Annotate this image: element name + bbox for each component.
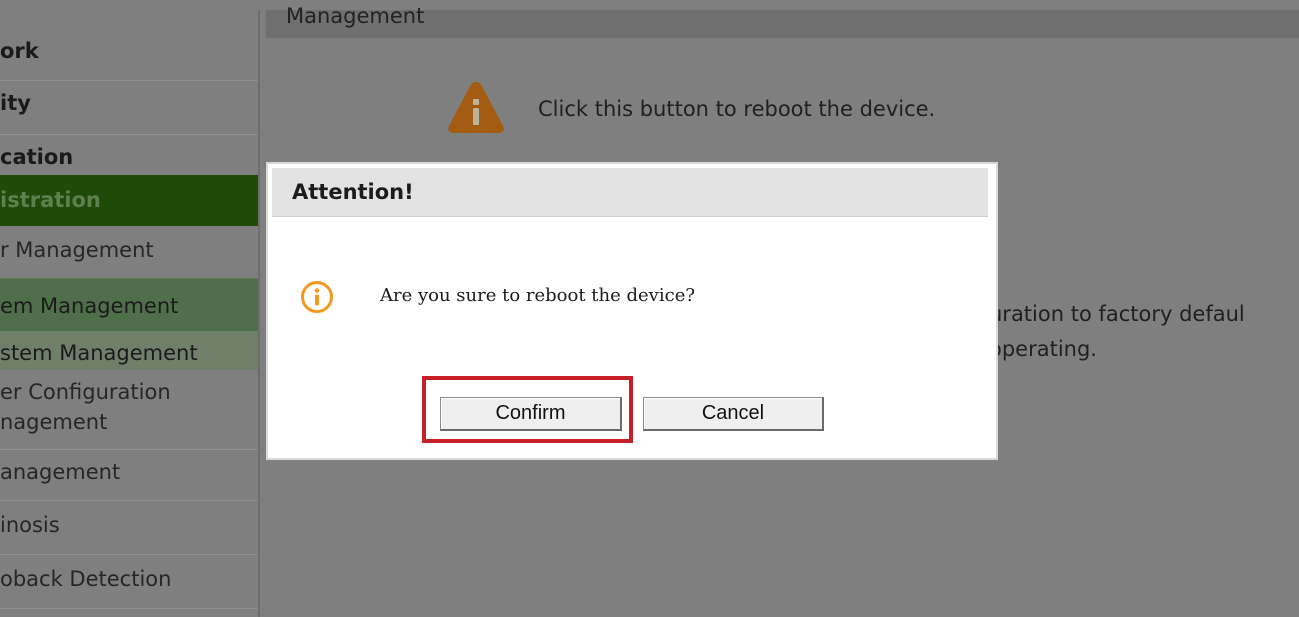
restore-hint-text-continued: operating. <box>989 337 1097 361</box>
dialog-message: Are you sure to reboot the device? <box>380 285 695 306</box>
sidebar-item-system-management[interactable]: em Management <box>0 278 258 331</box>
sidebar-item-label: stem Management <box>0 341 198 365</box>
sidebar-item-administration[interactable]: istration <box>0 175 258 226</box>
sidebar-item-label: nagement <box>0 410 108 434</box>
sidebar-item-label: er Configuration <box>0 380 171 404</box>
cancel-button[interactable]: Cancel <box>643 397 824 431</box>
sidebar-item-label: ork <box>0 39 39 63</box>
info-circle-icon <box>301 281 333 313</box>
sidebar-item-label: inosis <box>0 513 60 537</box>
sidebar-item-label: ity <box>0 91 31 115</box>
dialog-title: Attention! <box>292 180 414 204</box>
reboot-confirm-dialog: Attention! Are you sure to reboot the de… <box>268 164 996 458</box>
content-header: Management <box>266 4 1299 38</box>
warning-triangle-icon <box>448 82 504 133</box>
reboot-hint-text: Click this button to reboot the device. <box>538 97 936 121</box>
content-header-title: Management <box>286 4 425 28</box>
sidebar-item-security[interactable]: ity <box>0 81 258 135</box>
sidebar-item-label: istration <box>0 188 101 212</box>
dialog-header: Attention! <box>272 168 988 217</box>
sidebar-item-label: em Management <box>0 294 179 318</box>
sidebar-item-loopback-detection[interactable]: oback Detection <box>0 555 258 609</box>
sidebar-item-user-management[interactable]: r Management <box>0 226 258 278</box>
page: ork ity cation istration r Management em… <box>0 0 1299 617</box>
sidebar: ork ity cation istration r Management em… <box>0 10 258 617</box>
sidebar-item-subsystem-management[interactable]: stem Management <box>0 331 258 370</box>
sidebar-item-diagnosis[interactable]: inosis <box>0 501 258 555</box>
sidebar-divider <box>258 10 260 617</box>
restore-hint-text: uration to factory defaul <box>989 302 1245 326</box>
sidebar-item-user-configuration-management[interactable]: er Configuration nagement <box>0 370 258 450</box>
sidebar-item-label: cation <box>0 145 74 169</box>
sidebar-item-label: oback Detection <box>0 567 172 591</box>
sidebar-item-log-management[interactable]: anagement <box>0 450 258 501</box>
sidebar-item-label: r Management <box>0 238 154 262</box>
sidebar-item-network[interactable]: ork <box>0 27 258 81</box>
confirm-button[interactable]: Confirm <box>440 397 622 431</box>
sidebar-item-label: anagement <box>0 460 121 484</box>
